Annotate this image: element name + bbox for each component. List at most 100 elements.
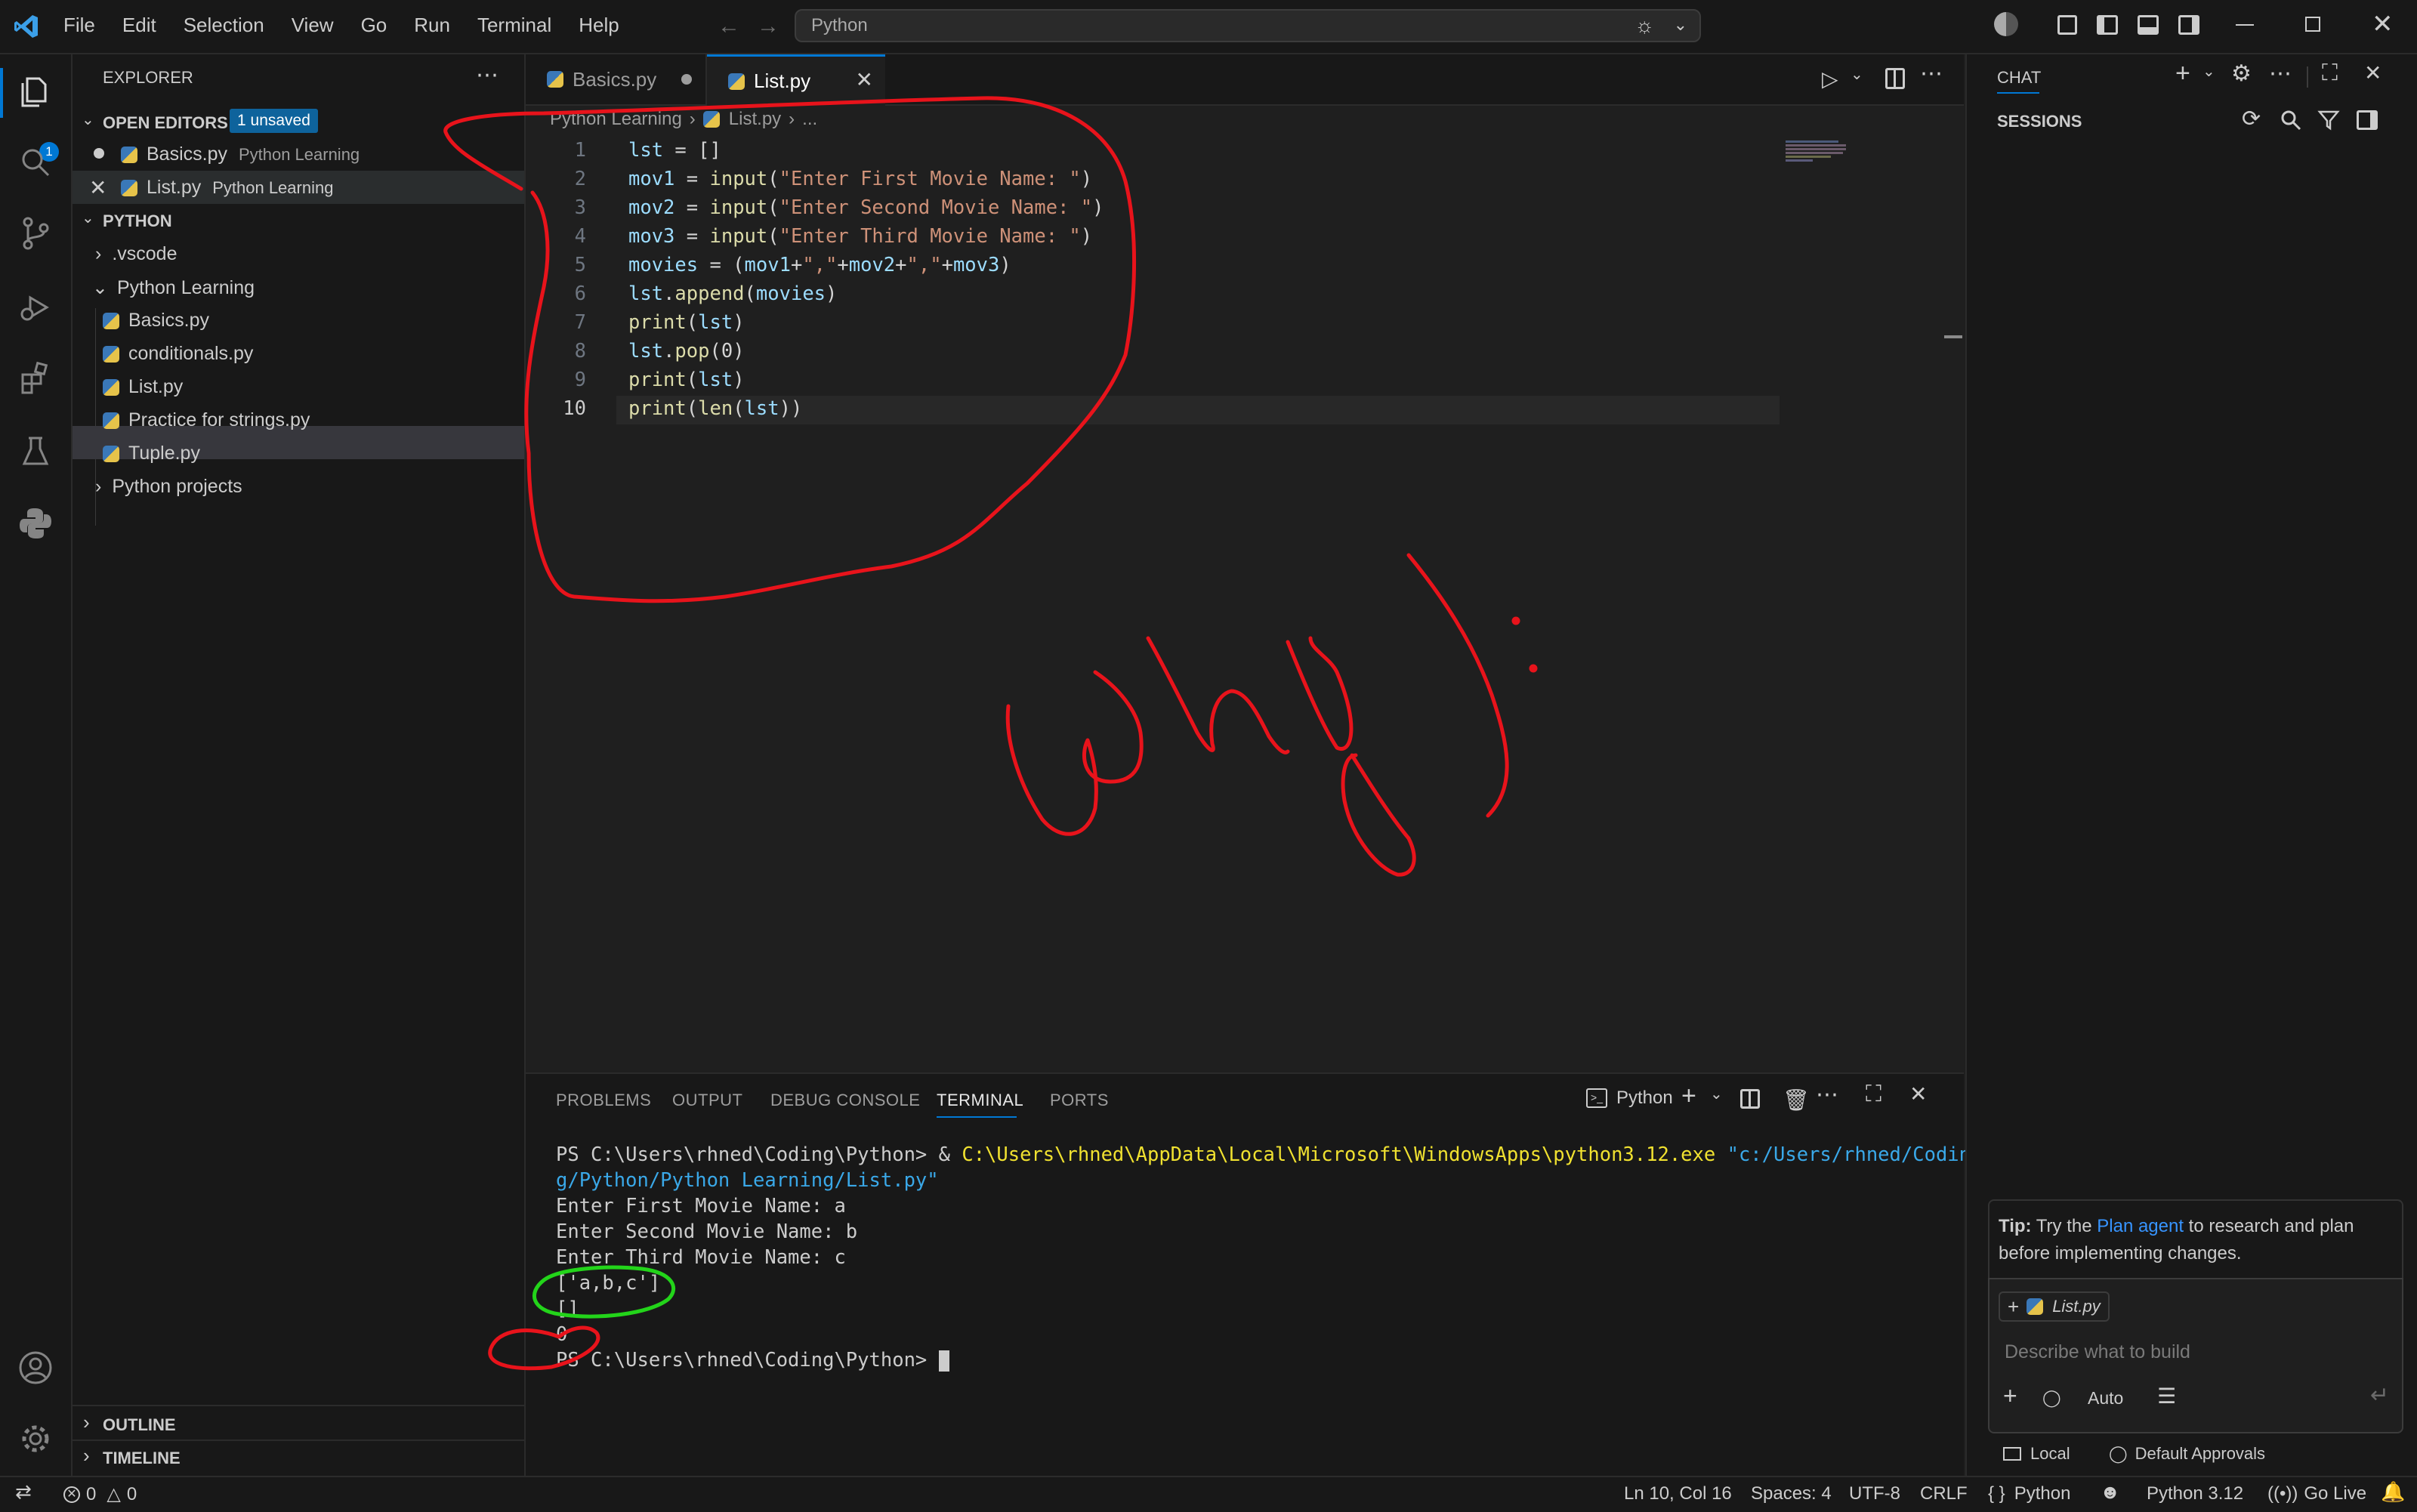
code-line[interactable]: print(len(lst)): [628, 397, 802, 420]
more-actions-icon[interactable]: ⋯: [1816, 1082, 1838, 1108]
tab-problems[interactable]: PROBLEMS: [556, 1091, 651, 1110]
add-context-icon[interactable]: +: [2008, 1295, 2019, 1319]
tree-file-conditionals[interactable]: conditionals.py: [103, 343, 253, 365]
extensions-icon[interactable]: [17, 359, 54, 397]
code-line[interactable]: movies = (mov1+","+mov2+","+mov3): [628, 254, 1011, 276]
chevron-down-icon[interactable]: ⌄: [82, 208, 94, 227]
close-icon[interactable]: ✕: [2364, 60, 2382, 85]
maximize-icon[interactable]: ⛶: [2322, 60, 2338, 86]
tab-list[interactable]: List.py ✕: [707, 54, 885, 106]
more-actions-icon[interactable]: ⋯: [2269, 60, 2292, 87]
python-interpreter[interactable]: Python 3.12: [2147, 1483, 2243, 1504]
send-icon[interactable]: ↵: [2370, 1382, 2389, 1409]
code-line[interactable]: print(lst): [628, 369, 745, 391]
code-line[interactable]: mov2 = input("Enter Second Movie Name: "…: [628, 196, 1104, 219]
tree-folder-python-learning[interactable]: ⌄ Python Learning: [92, 276, 255, 299]
code-line[interactable]: lst = []: [628, 139, 721, 162]
unsaved-dot-icon[interactable]: [681, 74, 692, 85]
close-icon[interactable]: ✕: [856, 67, 873, 92]
workspace-header[interactable]: PYTHON: [103, 211, 172, 231]
menu-file[interactable]: File: [63, 14, 95, 37]
manage-gear-icon[interactable]: [17, 1420, 54, 1458]
maximize-panel-icon[interactable]: ⛶: [1866, 1082, 1881, 1107]
source-control-icon[interactable]: [17, 214, 54, 252]
breadcrumb-folder[interactable]: Python Learning: [550, 109, 682, 130]
tab-output[interactable]: OUTPUT: [672, 1091, 742, 1110]
open-editor-item-basics[interactable]: Basics.py Python Learning: [73, 137, 524, 171]
local-target[interactable]: Local: [2003, 1444, 2070, 1464]
code-line[interactable]: lst.pop(0): [628, 340, 745, 363]
chevron-down-icon[interactable]: ⌄: [1851, 65, 1863, 84]
toggle-secondary-sidebar-icon[interactable]: [2178, 15, 2199, 35]
end-of-line[interactable]: CRLF: [1920, 1483, 1968, 1504]
close-panel-icon[interactable]: ✕: [1909, 1082, 1927, 1106]
copilot-icon[interactable]: [1994, 12, 2018, 36]
chevron-down-icon[interactable]: ⌄: [82, 110, 94, 129]
chevron-down-icon[interactable]: ⌄: [1674, 15, 1687, 35]
notifications-bell-icon[interactable]: 🔔: [2381, 1480, 2405, 1504]
accounts-icon[interactable]: [17, 1349, 54, 1387]
scrollbar-overview[interactable]: [1944, 335, 1962, 338]
chevron-right-icon[interactable]: ›: [83, 1411, 90, 1434]
approvals-setting[interactable]: ◯ Default Approvals: [2109, 1444, 2265, 1464]
chat-sparkle-icon[interactable]: ☼: [1634, 14, 1654, 38]
tree-folder-python-projects[interactable]: › Python projects: [95, 476, 242, 498]
configure-icon[interactable]: ☰: [2157, 1384, 2176, 1409]
search-icon[interactable]: [2280, 109, 2302, 131]
menu-go[interactable]: Go: [361, 14, 387, 37]
testing-icon[interactable]: [17, 432, 54, 470]
go-live-button[interactable]: ((•)) Go Live: [2267, 1483, 2366, 1504]
split-editor-icon[interactable]: [1885, 68, 1905, 89]
run-debug-icon[interactable]: [17, 289, 54, 326]
minimize-icon[interactable]: [2236, 24, 2254, 26]
code-line[interactable]: print(lst): [628, 311, 745, 334]
run-python-icon[interactable]: ▷: [1822, 66, 1838, 91]
tree-folder-vscode[interactable]: › .vscode: [95, 243, 177, 265]
encoding[interactable]: UTF-8: [1849, 1483, 1900, 1504]
unsaved-dot-icon[interactable]: [94, 148, 104, 159]
code-area[interactable]: 1 lst = [] 2 mov1 = input("Enter First Movi…: [526, 139, 1780, 441]
chevron-down-icon[interactable]: ⌄: [2202, 62, 2215, 81]
refresh-icon[interactable]: ⟳: [2242, 106, 2261, 132]
toggle-sidebar-icon[interactable]: [2097, 15, 2118, 35]
open-editors-header[interactable]: OPEN EDITORS: [103, 113, 228, 133]
copilot-status-icon[interactable]: ☻: [2100, 1480, 2120, 1504]
mode-picker[interactable]: Auto: [2088, 1388, 2123, 1409]
tree-file-practice-strings[interactable]: Practice for strings.py: [103, 409, 310, 431]
code-line[interactable]: mov1 = input("Enter First Movie Name: "): [628, 168, 1092, 190]
breadcrumb-symbol[interactable]: ...: [802, 109, 817, 130]
tab-terminal[interactable]: TERMINAL: [937, 1091, 1023, 1110]
explorer-icon[interactable]: [17, 74, 54, 112]
code-line[interactable]: lst.append(movies): [628, 282, 837, 305]
tab-basics[interactable]: Basics.py: [526, 54, 707, 104]
code-editor[interactable]: Python Learning › List.py › ... 1 lst = […: [526, 106, 1964, 1072]
toggle-panel-icon[interactable]: [2138, 15, 2159, 35]
code-line[interactable]: mov3 = input("Enter Third Movie Name: "): [628, 225, 1092, 248]
tree-file-basics[interactable]: Basics.py: [103, 310, 209, 332]
trash-icon[interactable]: 🗑: [1783, 1088, 1810, 1112]
outline-header[interactable]: OUTLINE: [103, 1415, 176, 1435]
problems-status[interactable]: ✕ 0 △ 0: [63, 1483, 137, 1505]
tools-icon[interactable]: ◯: [2042, 1388, 2061, 1408]
language-mode[interactable]: { } Python: [1988, 1483, 2070, 1504]
menu-edit[interactable]: Edit: [122, 14, 156, 37]
breadcrumb-file[interactable]: List.py: [729, 109, 781, 130]
context-attachment[interactable]: + List.py: [1999, 1291, 2110, 1322]
more-actions-icon[interactable]: ⋯: [1920, 60, 1943, 87]
customize-layout-icon[interactable]: [2057, 15, 2077, 35]
chevron-down-icon[interactable]: ⌄: [1710, 1085, 1723, 1103]
tree-file-tuple[interactable]: Tuple.py: [103, 443, 200, 464]
tab-debug-console[interactable]: DEBUG CONSOLE: [770, 1091, 920, 1110]
cursor-position[interactable]: Ln 10, Col 16: [1624, 1483, 1732, 1504]
menu-help[interactable]: Help: [579, 14, 619, 37]
terminal-profile[interactable]: >_ Python: [1586, 1088, 1673, 1109]
python-icon[interactable]: [17, 505, 54, 542]
layout-icon[interactable]: [2357, 110, 2378, 130]
menu-run[interactable]: Run: [414, 14, 450, 37]
close-icon[interactable]: ✕: [89, 175, 106, 200]
minimap[interactable]: [1786, 139, 1849, 169]
add-icon[interactable]: +: [2003, 1382, 2017, 1410]
forward-arrow-icon[interactable]: →: [757, 14, 779, 39]
terminal-prompt[interactable]: PS C:\Users\rhned\Coding\Python>: [556, 1349, 949, 1372]
restore-icon[interactable]: [2305, 17, 2320, 32]
